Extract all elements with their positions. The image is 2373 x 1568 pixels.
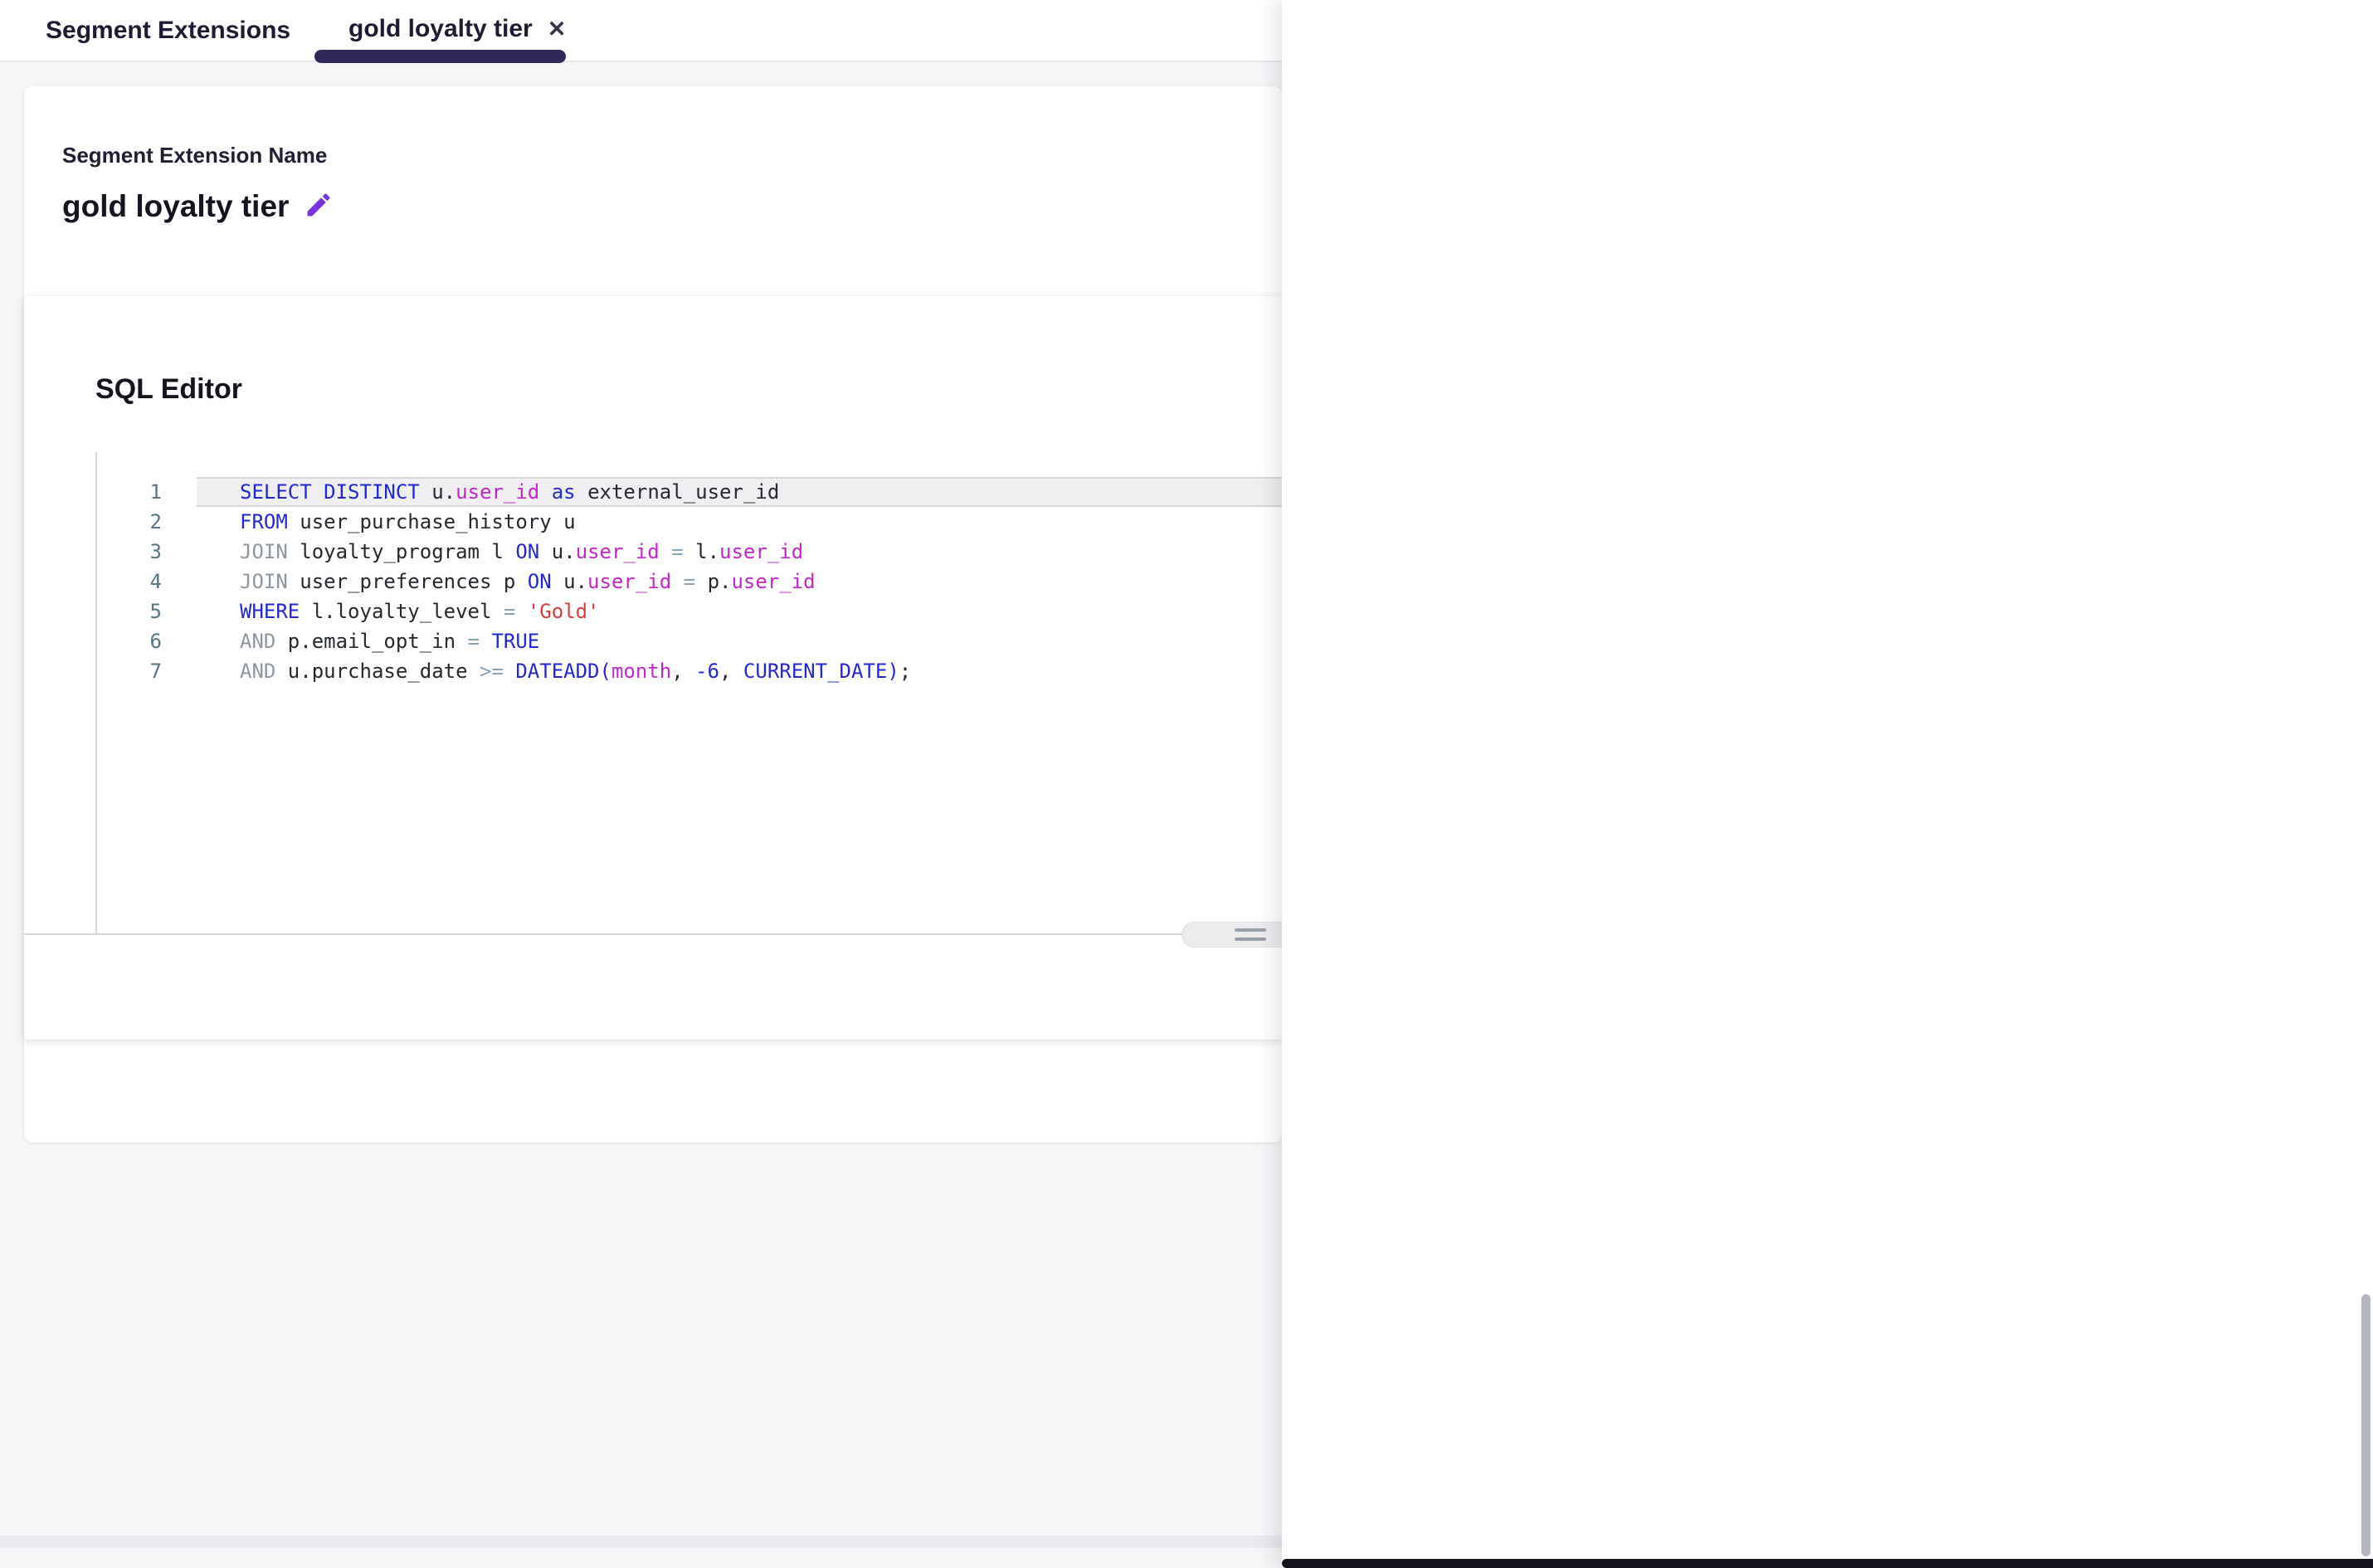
sql-token: JOIN	[240, 540, 288, 563]
sql-token: 'Gold'	[515, 600, 599, 623]
segment-extension-name-value: gold loyalty tier	[62, 189, 289, 224]
sql-token: user_preferences p	[288, 570, 528, 593]
grip-line	[1235, 928, 1266, 932]
tab-segment-extensions[interactable]: Segment Extensions	[46, 17, 290, 45]
sql-token: JOIN	[240, 570, 288, 593]
sql-token: ON	[515, 540, 539, 563]
sql-token: AND	[240, 660, 275, 683]
sql-token: =	[660, 540, 695, 563]
sql-token: user_id	[587, 570, 671, 593]
sql-token: ;	[899, 660, 911, 683]
sql-token: DATEADD	[504, 660, 600, 683]
segment-extension-name-row: gold loyalty tier	[62, 189, 334, 224]
sql-token: ,	[719, 660, 743, 683]
grip-line	[1235, 937, 1266, 941]
code-line-text: WHERE l.loyalty_level = 'Gold'	[197, 597, 1282, 626]
line-number: 7	[97, 660, 197, 683]
code-line-text: AND p.email_opt_in = TRUE	[197, 626, 1282, 656]
sql-token: user_id	[456, 480, 539, 504]
sql-token	[312, 480, 324, 504]
tab-active-label: gold loyalty tier	[348, 15, 533, 43]
sql-token: l.	[695, 540, 719, 563]
sql-code-editor[interactable]: 1SELECT DISTINCT u.user_id as external_u…	[95, 452, 1282, 933]
sql-token: =	[504, 600, 515, 623]
sql-token: l.loyalty_level	[300, 600, 504, 623]
editor-divider	[24, 933, 1282, 935]
sql-token: user_id	[576, 540, 660, 563]
line-number: 5	[97, 600, 197, 623]
sql-token: >=	[480, 660, 504, 683]
active-tab-underline	[314, 50, 566, 63]
sql-token: month	[612, 660, 671, 683]
sql-token: external_user_id	[576, 480, 780, 504]
sql-token: WHERE	[240, 600, 300, 623]
panel-vertical-scrollbar[interactable]	[2361, 1294, 2371, 1556]
sql-token: AND	[240, 630, 275, 653]
segment-extension-name-label: Segment Extension Name	[62, 143, 327, 168]
line-number: 2	[97, 510, 197, 533]
code-line-text: AND u.purchase_date >= DATEADD(month, -6…	[197, 656, 1282, 686]
sql-token: ,	[671, 660, 695, 683]
code-line[interactable]: 6AND p.email_opt_in = TRUE	[97, 626, 1282, 656]
edit-pencil-icon[interactable]	[304, 190, 334, 224]
code-line[interactable]: 5WHERE l.loyalty_level = 'Gold'	[97, 597, 1282, 626]
sql-token: )	[887, 660, 899, 683]
tab-bar: Segment Extensions gold loyalty tier ✕	[0, 0, 1282, 62]
sql-token: user_id	[719, 540, 803, 563]
sql-token	[539, 480, 551, 504]
sql-token: (	[600, 660, 612, 683]
sql-token: loyalty_program l	[288, 540, 516, 563]
code-line-text: JOIN loyalty_program l ON u.user_id = l.…	[197, 537, 1282, 567]
sql-token: =	[671, 570, 707, 593]
code-lines: 1SELECT DISTINCT u.user_id as external_u…	[97, 477, 1282, 686]
code-line[interactable]: 2FROM user_purchase_history u	[97, 507, 1282, 537]
panel-horizontal-scrollbar[interactable]	[1282, 1559, 2373, 1568]
tab-close-icon[interactable]: ✕	[548, 17, 567, 42]
tab-gold-loyalty-tier[interactable]: gold loyalty tier ✕	[348, 15, 566, 43]
sql-token: SELECT	[240, 480, 312, 504]
code-line[interactable]: 1SELECT DISTINCT u.user_id as external_u…	[97, 477, 1282, 507]
sql-token: CURRENT_DATE	[743, 660, 887, 683]
sql-token: TRUE	[480, 630, 539, 653]
code-line[interactable]: 3JOIN loyalty_program l ON u.user_id = l…	[97, 537, 1282, 567]
sql-token: =	[468, 630, 480, 653]
sql-token: user_id	[731, 570, 815, 593]
sql-token: u.purchase_date	[275, 660, 480, 683]
sql-token: u.	[539, 540, 575, 563]
code-line-text: JOIN user_preferences p ON u.user_id = p…	[197, 567, 1282, 597]
horizontal-scrollbar-track[interactable]	[0, 1536, 1282, 1548]
sql-token: p.email_opt_in	[275, 630, 467, 653]
sql-token: user_purchase_history u	[288, 510, 576, 533]
sql-token: u.	[552, 570, 587, 593]
line-number: 3	[97, 540, 197, 563]
line-number: 6	[97, 630, 197, 653]
code-line[interactable]: 4JOIN user_preferences p ON u.user_id = …	[97, 567, 1282, 597]
line-number: 4	[97, 570, 197, 593]
sql-token: FROM	[240, 510, 288, 533]
sql-token: ON	[528, 570, 552, 593]
sql-token: as	[552, 480, 576, 504]
code-line[interactable]: 7AND u.purchase_date >= DATEADD(month, -…	[97, 656, 1282, 686]
sql-token: DISTINCT	[324, 480, 420, 504]
schema-panel: Schema Data table source: CDI ✕ i To use…	[1282, 0, 2373, 1568]
code-line-text: FROM user_purchase_history u	[197, 507, 1282, 537]
code-line-text: SELECT DISTINCT u.user_id as external_us…	[197, 477, 1282, 507]
line-number: 1	[97, 480, 197, 504]
sql-editor-title: SQL Editor	[95, 373, 242, 406]
sql-token: -6	[695, 660, 719, 683]
sql-token: p.	[708, 570, 732, 593]
sql-token: u.	[420, 480, 456, 504]
